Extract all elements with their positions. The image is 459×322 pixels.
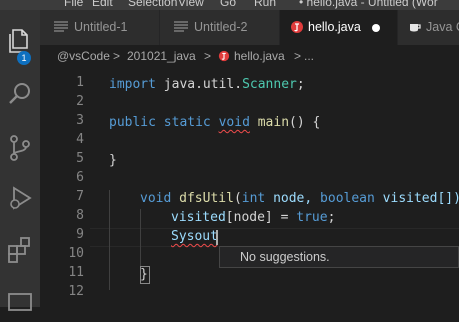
current-line-highlight bbox=[90, 228, 459, 247]
line-number: 2 bbox=[76, 94, 84, 109]
menu-view[interactable]: View bbox=[178, 0, 204, 9]
breadcrumb-more[interactable]: ... bbox=[304, 49, 314, 63]
identifier-token: Sysout bbox=[171, 229, 218, 244]
menu-go[interactable]: Go bbox=[220, 0, 236, 9]
suggest-message: No suggestions. bbox=[240, 250, 330, 264]
tab-label: Java C bbox=[426, 20, 459, 34]
keyword-token: void bbox=[140, 191, 172, 206]
extensions-icon[interactable] bbox=[4, 234, 36, 266]
line-number: 4 bbox=[76, 132, 84, 147]
java-icon bbox=[218, 50, 230, 62]
bracket-match-highlight bbox=[140, 266, 150, 284]
activity-bar: 1 bbox=[0, 10, 40, 311]
remote-icon[interactable] bbox=[4, 286, 36, 318]
keyword-token: import bbox=[109, 77, 156, 92]
suggest-widget[interactable]: No suggestions. bbox=[219, 246, 459, 268]
menu-run[interactable]: Run bbox=[254, 0, 276, 9]
keyword-token: int bbox=[241, 191, 266, 206]
lines-icon bbox=[54, 21, 68, 32]
code-line: visited[node] = true; bbox=[171, 208, 335, 227]
punct-token: ; bbox=[327, 210, 336, 225]
unsaved-dot-icon[interactable] bbox=[372, 24, 380, 32]
punct-token: ( bbox=[233, 191, 242, 206]
tab-java-c[interactable]: Java C bbox=[398, 10, 459, 45]
line-number: 1 bbox=[76, 75, 84, 90]
java-icon bbox=[291, 21, 303, 33]
tab-bar: Untitled-1 Untitled-2 hello.java Java C bbox=[40, 10, 459, 45]
breadcrumb-separator: > bbox=[204, 49, 212, 63]
line-number: 7 bbox=[76, 189, 84, 204]
search-icon[interactable] bbox=[4, 78, 36, 110]
breadcrumb-separator: > bbox=[113, 49, 121, 63]
keyword-token: boolean bbox=[320, 191, 375, 206]
type-token: Scanner bbox=[242, 77, 297, 92]
line-number: 9 bbox=[76, 227, 84, 242]
window-title: • hello.java - Untitled (Wor bbox=[299, 0, 438, 9]
line-number: 6 bbox=[76, 170, 84, 185]
identifier-token: java.util. bbox=[155, 77, 243, 92]
function-token: main bbox=[257, 115, 290, 130]
code-line: import java.util.Scanner; bbox=[109, 75, 305, 94]
tab-hello-java[interactable]: hello.java bbox=[280, 10, 398, 45]
line-number: 3 bbox=[76, 113, 84, 128]
breadcrumb: @vsCode > 201021_java > hello.java > ... bbox=[40, 45, 459, 67]
title-bar: File Edit Selection View Go Run • hello.… bbox=[0, 0, 459, 10]
breadcrumb-folder[interactable]: 201021_java bbox=[127, 49, 196, 63]
code-line: public static void main() { bbox=[109, 113, 320, 132]
tab-untitled-1[interactable]: Untitled-1 bbox=[40, 10, 160, 45]
line-number: 8 bbox=[76, 208, 84, 223]
breadcrumb-root[interactable]: @vsCode bbox=[57, 49, 110, 63]
code-line: Sysout bbox=[171, 227, 218, 246]
punct-token: () { bbox=[289, 115, 321, 130]
menu-edit[interactable]: Edit bbox=[92, 0, 113, 9]
source-control-icon[interactable] bbox=[4, 132, 36, 164]
tab-label: Untitled-2 bbox=[194, 20, 248, 34]
code-line: void dfsUtil(int node, boolean visited[]… bbox=[140, 189, 459, 208]
code-line: } bbox=[109, 151, 117, 170]
text-cursor bbox=[216, 230, 218, 245]
punct-token: ; bbox=[296, 77, 305, 92]
line-number: 11 bbox=[68, 265, 84, 280]
breadcrumb-file[interactable]: hello.java bbox=[234, 49, 285, 63]
indent-guide bbox=[140, 209, 141, 266]
run-debug-icon[interactable] bbox=[4, 182, 36, 214]
identifier-token: visited[]) bbox=[382, 191, 459, 206]
explorer-badge: 1 bbox=[17, 51, 31, 65]
identifier-token: visited bbox=[171, 210, 226, 225]
identifier-token: [node] = bbox=[225, 210, 297, 225]
line-number: 12 bbox=[68, 284, 84, 299]
menu-selection[interactable]: Selection bbox=[128, 0, 177, 9]
menu-file[interactable]: File bbox=[64, 0, 83, 9]
line-number: 5 bbox=[76, 151, 84, 166]
keyword-token: void bbox=[218, 115, 250, 130]
tab-label: hello.java bbox=[308, 20, 361, 34]
punct-token: } bbox=[109, 153, 117, 168]
coffee-icon bbox=[410, 24, 421, 32]
identifier-token: node, bbox=[273, 191, 321, 206]
function-token: dfsUtil bbox=[179, 191, 234, 206]
indent-guide bbox=[109, 190, 110, 290]
breadcrumb-separator: > bbox=[294, 49, 302, 63]
code-editor[interactable]: import java.util.Scanner; public static … bbox=[109, 70, 459, 282]
tab-label: Untitled-1 bbox=[74, 20, 128, 34]
keyword-token: public bbox=[109, 115, 156, 130]
keyword-token: true bbox=[296, 210, 328, 225]
line-number: 10 bbox=[68, 246, 84, 261]
keyword-token: static bbox=[163, 115, 211, 130]
tab-untitled-2[interactable]: Untitled-2 bbox=[160, 10, 280, 45]
lines-icon bbox=[174, 21, 188, 32]
